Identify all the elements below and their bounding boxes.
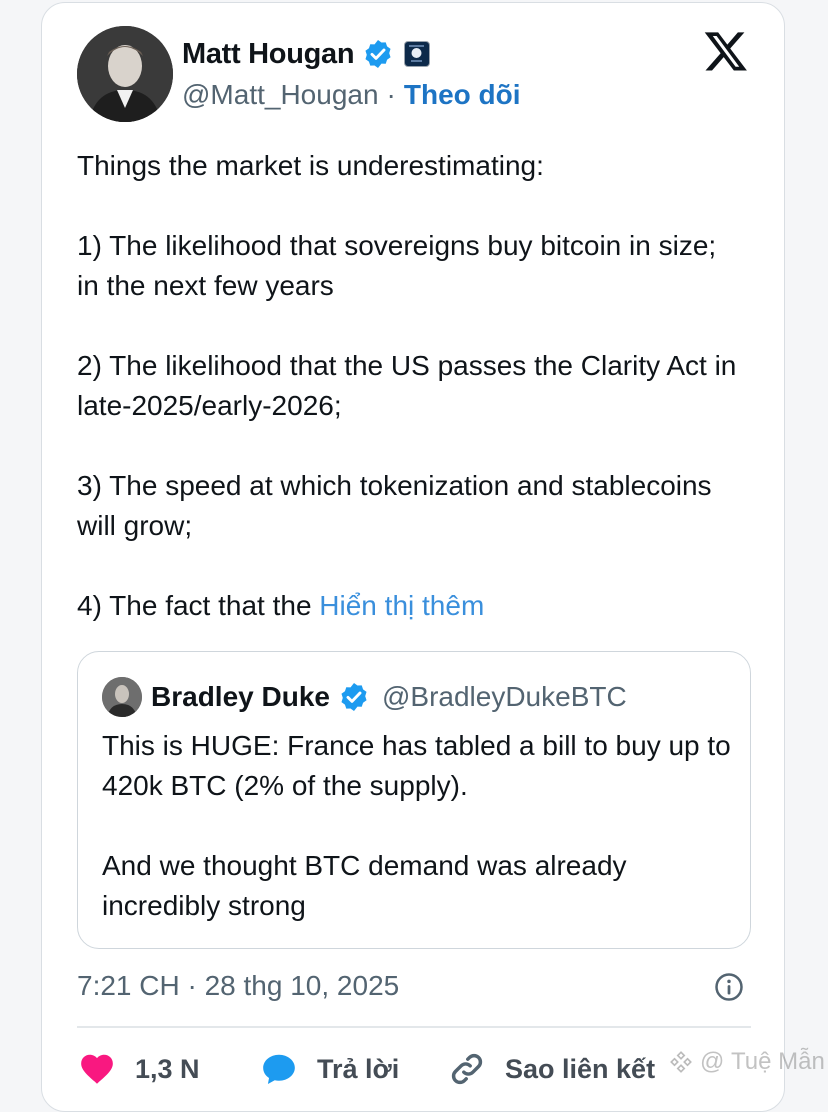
author-avatar[interactable] (77, 26, 173, 122)
post-text: Things the market is underestimating: 1)… (77, 146, 737, 626)
reply-button[interactable]: Trả lời (259, 1048, 399, 1090)
author-name[interactable]: Matt Hougan (182, 38, 355, 71)
quoted-tweet[interactable]: Bradley Duke @BradleyDukeBTC This is HUG… (77, 651, 751, 949)
post-paragraph: 2) The likelihood that the US passes the… (77, 350, 737, 421)
post-timestamp[interactable]: 7:21 CH · 28 thg 10, 2025 (77, 966, 399, 1006)
watermark-text: Tuệ Mẫn (731, 1048, 825, 1075)
x-logo-icon[interactable] (702, 28, 750, 74)
heart-icon (81, 1054, 113, 1084)
show-more-link[interactable]: Hiển thị thêm (319, 590, 484, 621)
like-count: 1,3 N (135, 1053, 200, 1084)
post-paragraph: 3) The speed at which tokenization and s… (77, 470, 712, 541)
post-paragraph: 4) The fact that the (77, 590, 320, 621)
reply-label: Trả lời (317, 1053, 400, 1084)
follow-button[interactable]: Theo dõi (404, 79, 521, 111)
quoted-paragraph: This is HUGE: France has tabled a bill t… (102, 730, 731, 801)
post-paragraph: 1) The likelihood that sovereigns buy bi… (77, 230, 717, 301)
quoted-author-avatar (102, 677, 142, 717)
link-icon (451, 1053, 483, 1085)
post-paragraph: Things the market is underestimating: (77, 150, 544, 181)
binance-logo-icon (670, 1051, 692, 1073)
author-handle[interactable]: @Matt_Hougan (182, 79, 379, 111)
copy-link-label: Sao liên kết (505, 1053, 656, 1084)
info-icon[interactable] (714, 972, 744, 1002)
quoted-post-text: This is HUGE: France has tabled a bill t… (102, 726, 732, 926)
quoted-author-name: Bradley Duke (151, 681, 330, 712)
verified-badge-icon (341, 683, 367, 711)
handle-separator: · (386, 79, 396, 110)
divider (77, 1026, 751, 1028)
reply-bubble-icon (263, 1054, 295, 1085)
quoted-author-handle: @BradleyDukeBTC (381, 681, 627, 712)
copy-link-button[interactable]: Sao liên kết (447, 1048, 655, 1090)
verified-badge-icon (365, 40, 391, 68)
quoted-paragraph: And we thought BTC demand was already in… (102, 850, 627, 921)
like-button[interactable]: 1,3 N (77, 1048, 200, 1090)
watermark: @ Tuệ Mẫn (668, 1048, 825, 1076)
affiliate-badge-icon[interactable] (404, 41, 431, 67)
